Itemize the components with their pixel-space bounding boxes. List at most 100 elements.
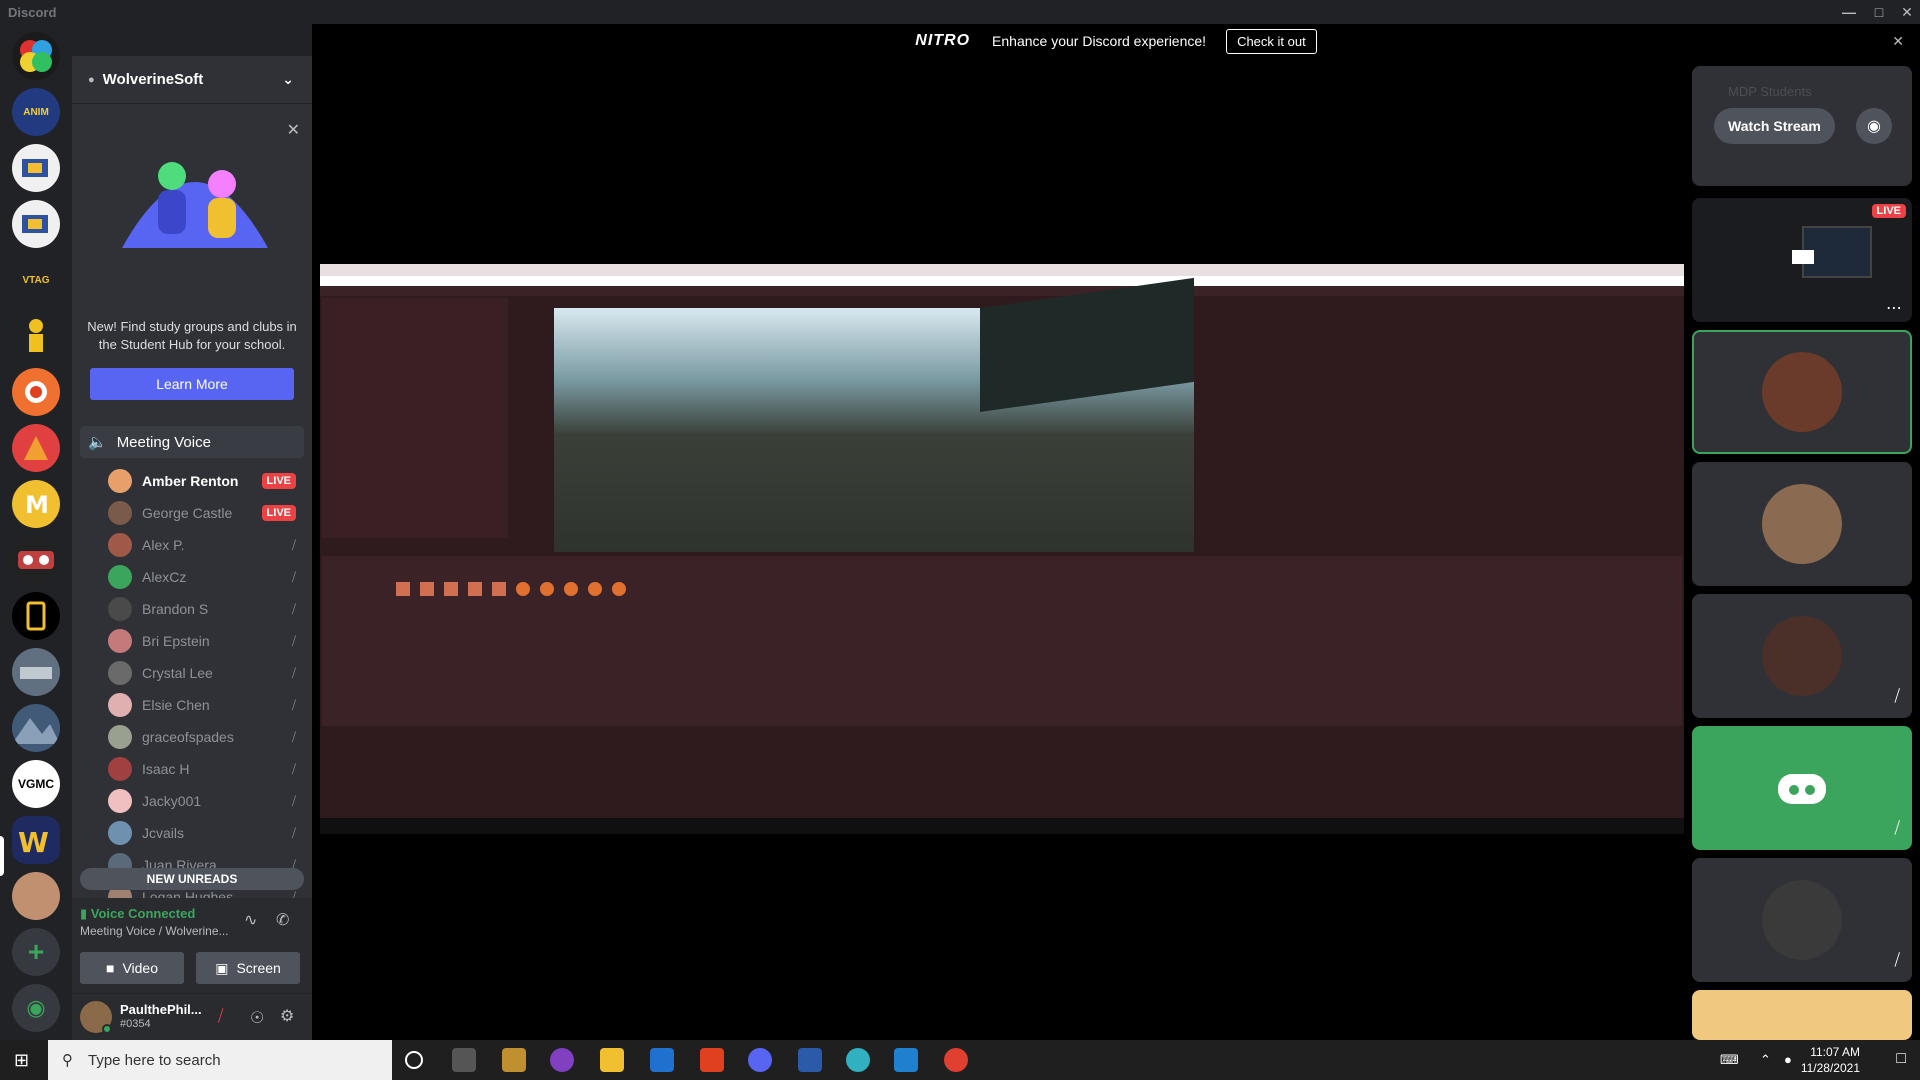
participant-tile[interactable]: ⧸	[1692, 594, 1912, 718]
cortana-icon[interactable]	[405, 1051, 423, 1069]
close-icon[interactable]: ✕	[1892, 33, 1904, 50]
add-watch-icon[interactable]: ◉	[1856, 108, 1892, 144]
noise-suppression-icon[interactable]: ∿	[244, 910, 257, 930]
server-icon[interactable]	[12, 536, 60, 584]
chevron-up-icon[interactable]: ⌃	[1760, 1052, 1771, 1068]
voice-member[interactable]: Brandon S ⧸	[108, 594, 304, 624]
boost-icon: ●	[88, 73, 95, 86]
server-icon[interactable]: VTAG	[12, 256, 60, 304]
mail-icon[interactable]	[650, 1048, 674, 1072]
learn-more-button[interactable]: Learn More	[90, 368, 294, 400]
server-icon[interactable]	[12, 312, 60, 360]
live-badge: LIVE	[1871, 204, 1906, 218]
close-window-icon[interactable]: ✕	[1892, 2, 1920, 22]
voice-member[interactable]: AlexCz ⧸	[108, 562, 304, 592]
voice-channel-meeting-voice[interactable]: 🔈 Meeting Voice	[80, 426, 304, 458]
more-options-icon[interactable]: ⋯	[1886, 298, 1902, 318]
participant-tile[interactable]	[1692, 462, 1912, 586]
search-icon: ⚲	[62, 1052, 73, 1069]
video-button[interactable]: ■ Video	[80, 952, 184, 984]
headphones-icon[interactable]: ☉	[250, 1008, 264, 1028]
watch-stream-button[interactable]: Watch Stream	[1714, 108, 1835, 144]
server-icon[interactable]	[12, 592, 60, 640]
camera-icon: ■	[105, 960, 115, 976]
voice-member[interactable]: graceofspades ⧸	[108, 722, 304, 752]
windows-start-icon[interactable]: ⊞	[14, 1050, 29, 1071]
minimize-icon[interactable]: —	[1834, 2, 1864, 22]
vscode-icon[interactable]	[894, 1048, 918, 1072]
participant-tile[interactable]	[1692, 330, 1912, 454]
screen-share-button[interactable]: ▣ Screen	[196, 952, 300, 984]
server-icon[interactable]	[12, 704, 60, 752]
voice-connected-status[interactable]: ▮ Voice Connected	[80, 906, 195, 922]
stream-preview-tile[interactable]: LIVE ⋯	[1692, 198, 1912, 322]
office-icon[interactable]	[700, 1048, 724, 1072]
check-it-out-button[interactable]: Check it out	[1226, 28, 1317, 54]
voice-member[interactable]: Elsie Chen ⧸	[108, 690, 304, 720]
participant-tile[interactable]: ⧸	[1692, 858, 1912, 982]
edge-icon[interactable]	[846, 1048, 870, 1072]
close-icon[interactable]: ✕	[287, 120, 300, 140]
mute-icon[interactable]: ⧸	[218, 1008, 223, 1026]
server-icon-wolverinesoft[interactable]: W	[12, 816, 60, 864]
participant-tile[interactable]: ⧸	[1692, 726, 1912, 850]
voice-location[interactable]: Meeting Voice / Wolverine...	[80, 924, 229, 938]
voice-member[interactable]: Bri Epstein ⧸	[108, 626, 304, 656]
file-explorer-icon[interactable]	[600, 1048, 624, 1072]
word-icon[interactable]	[798, 1048, 822, 1072]
microphone-icon[interactable]: ●	[1784, 1052, 1792, 1067]
screen-share-video[interactable]	[320, 264, 1684, 834]
discord-taskbar-icon[interactable]	[748, 1048, 772, 1072]
disconnect-icon[interactable]: ✆	[276, 910, 289, 930]
new-unreads-pill[interactable]: NEW UNREADS	[80, 868, 304, 890]
avatar	[108, 693, 132, 717]
maximize-icon[interactable]: □	[1864, 2, 1894, 22]
avatar	[108, 789, 132, 813]
task-view-icon[interactable]	[452, 1048, 476, 1072]
server-icon[interactable]	[12, 32, 60, 80]
server-icon[interactable]	[12, 424, 60, 472]
server-icon[interactable]	[12, 368, 60, 416]
voice-member[interactable]: Amber Renton LIVE	[108, 466, 304, 496]
server-icon[interactable]: M	[12, 480, 60, 528]
server-icon[interactable]: ANIM	[12, 88, 60, 136]
student-hub-text: New! Find study groups and clubs in the …	[87, 319, 297, 352]
chrome-icon[interactable]	[944, 1048, 968, 1072]
voice-member[interactable]: George Castle LIVE	[108, 498, 304, 528]
github-icon[interactable]	[550, 1048, 574, 1072]
voice-member[interactable]: Crystal Lee ⧸	[108, 658, 304, 688]
server-header[interactable]: ● WolverineSoft ⌄	[72, 56, 312, 104]
chevron-down-icon[interactable]: ⌄	[282, 71, 294, 88]
avatar	[108, 725, 132, 749]
notifications-icon[interactable]: □	[1896, 1050, 1906, 1068]
muted-icon: ⧸	[291, 793, 296, 808]
member-name: Crystal Lee	[142, 665, 213, 681]
clock-time: 11:07 AM	[1810, 1045, 1860, 1059]
voice-member[interactable]: Jacky001 ⧸	[108, 786, 304, 816]
voice-member[interactable]: Jcvails ⧸	[108, 818, 304, 848]
muted-icon: ⧸	[1894, 952, 1900, 969]
avatar	[108, 629, 132, 653]
participant-tile[interactable]	[1692, 990, 1912, 1040]
clock[interactable]: 11:07 AM 11/28/2021	[1801, 1044, 1860, 1076]
server-icon[interactable]	[12, 872, 60, 920]
store-icon[interactable]	[502, 1048, 526, 1072]
server-icon[interactable]	[12, 648, 60, 696]
username[interactable]: PaulthePhil...	[120, 1002, 202, 1017]
selected-server-indicator	[0, 836, 4, 876]
member-name: graceofspades	[142, 729, 234, 745]
hierarchy-panel	[322, 298, 508, 538]
server-icon[interactable]	[12, 200, 60, 248]
taskbar-search[interactable]: ⚲ Type here to search	[48, 1040, 392, 1080]
server-icon[interactable]: VGMC	[12, 760, 60, 808]
member-name: Jcvails	[142, 825, 185, 841]
voice-member[interactable]: Isaac H ⧸	[108, 754, 304, 784]
server-icon[interactable]	[12, 144, 60, 192]
explore-servers-icon[interactable]: ◉	[12, 984, 60, 1032]
camera-icon	[1792, 250, 1814, 264]
voice-member[interactable]: Alex P. ⧸	[108, 530, 304, 560]
stream-tile[interactable]: MDP Students Watch Stream ◉	[1692, 66, 1912, 186]
add-server-icon[interactable]: +	[12, 928, 60, 976]
gear-icon[interactable]: ⚙	[280, 1006, 294, 1026]
keyboard-icon[interactable]: ⌨	[1720, 1052, 1739, 1068]
